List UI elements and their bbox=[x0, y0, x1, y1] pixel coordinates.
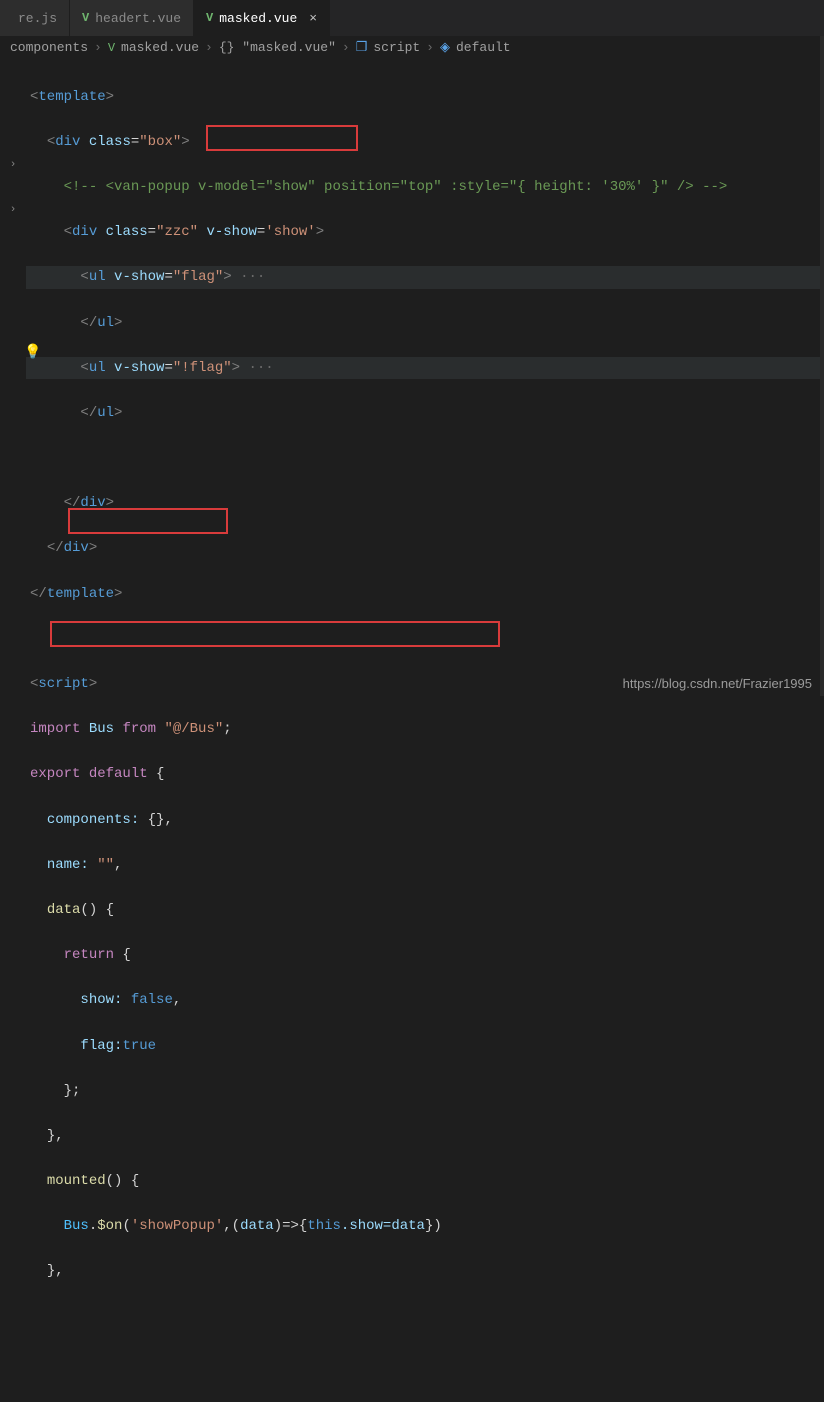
editor-tabs: re.js V headert.vue V masked.vue × bbox=[0, 0, 824, 36]
chevron-right-icon: › bbox=[342, 40, 350, 55]
breadcrumb-item[interactable]: default bbox=[456, 40, 511, 55]
close-icon[interactable]: × bbox=[309, 11, 317, 26]
breadcrumb-item[interactable]: masked.vue bbox=[121, 40, 199, 55]
lightbulb-icon[interactable]: 💡 bbox=[24, 344, 41, 361]
tab-masked-vue[interactable]: V masked.vue × bbox=[194, 0, 330, 36]
vue-icon: V bbox=[206, 11, 213, 25]
breadcrumb-item[interactable]: {} "masked.vue" bbox=[219, 40, 336, 55]
breadcrumb: components › V masked.vue › {} "masked.v… bbox=[0, 36, 824, 59]
fold-icon[interactable]: › bbox=[0, 153, 26, 176]
tab-label: headert.vue bbox=[95, 11, 181, 26]
tab-label: masked.vue bbox=[219, 11, 297, 26]
variable-icon: ◈ bbox=[440, 40, 450, 55]
code-content[interactable]: <template> <div class="box"> <!-- <van-p… bbox=[26, 59, 824, 696]
fold-icon[interactable]: › bbox=[0, 199, 26, 222]
module-icon: ❐ bbox=[356, 40, 368, 55]
vue-icon: V bbox=[82, 11, 89, 25]
breadcrumb-item[interactable]: components bbox=[10, 40, 88, 55]
chevron-right-icon: › bbox=[426, 40, 434, 55]
tab-label: re.js bbox=[18, 11, 57, 26]
minimap[interactable] bbox=[820, 36, 824, 696]
gutter: › › bbox=[0, 59, 26, 696]
code-editor[interactable]: › › <template> <div class="box"> <!-- <v… bbox=[0, 59, 824, 696]
chevron-right-icon: › bbox=[94, 40, 102, 55]
vue-icon: V bbox=[108, 41, 115, 55]
chevron-right-icon: › bbox=[205, 40, 213, 55]
breadcrumb-item[interactable]: script bbox=[373, 40, 420, 55]
watermark: https://blog.csdn.net/Frazier1995 bbox=[623, 676, 812, 691]
tab-headert-vue[interactable]: V headert.vue bbox=[70, 0, 194, 36]
tab-re-js[interactable]: re.js bbox=[0, 0, 70, 36]
